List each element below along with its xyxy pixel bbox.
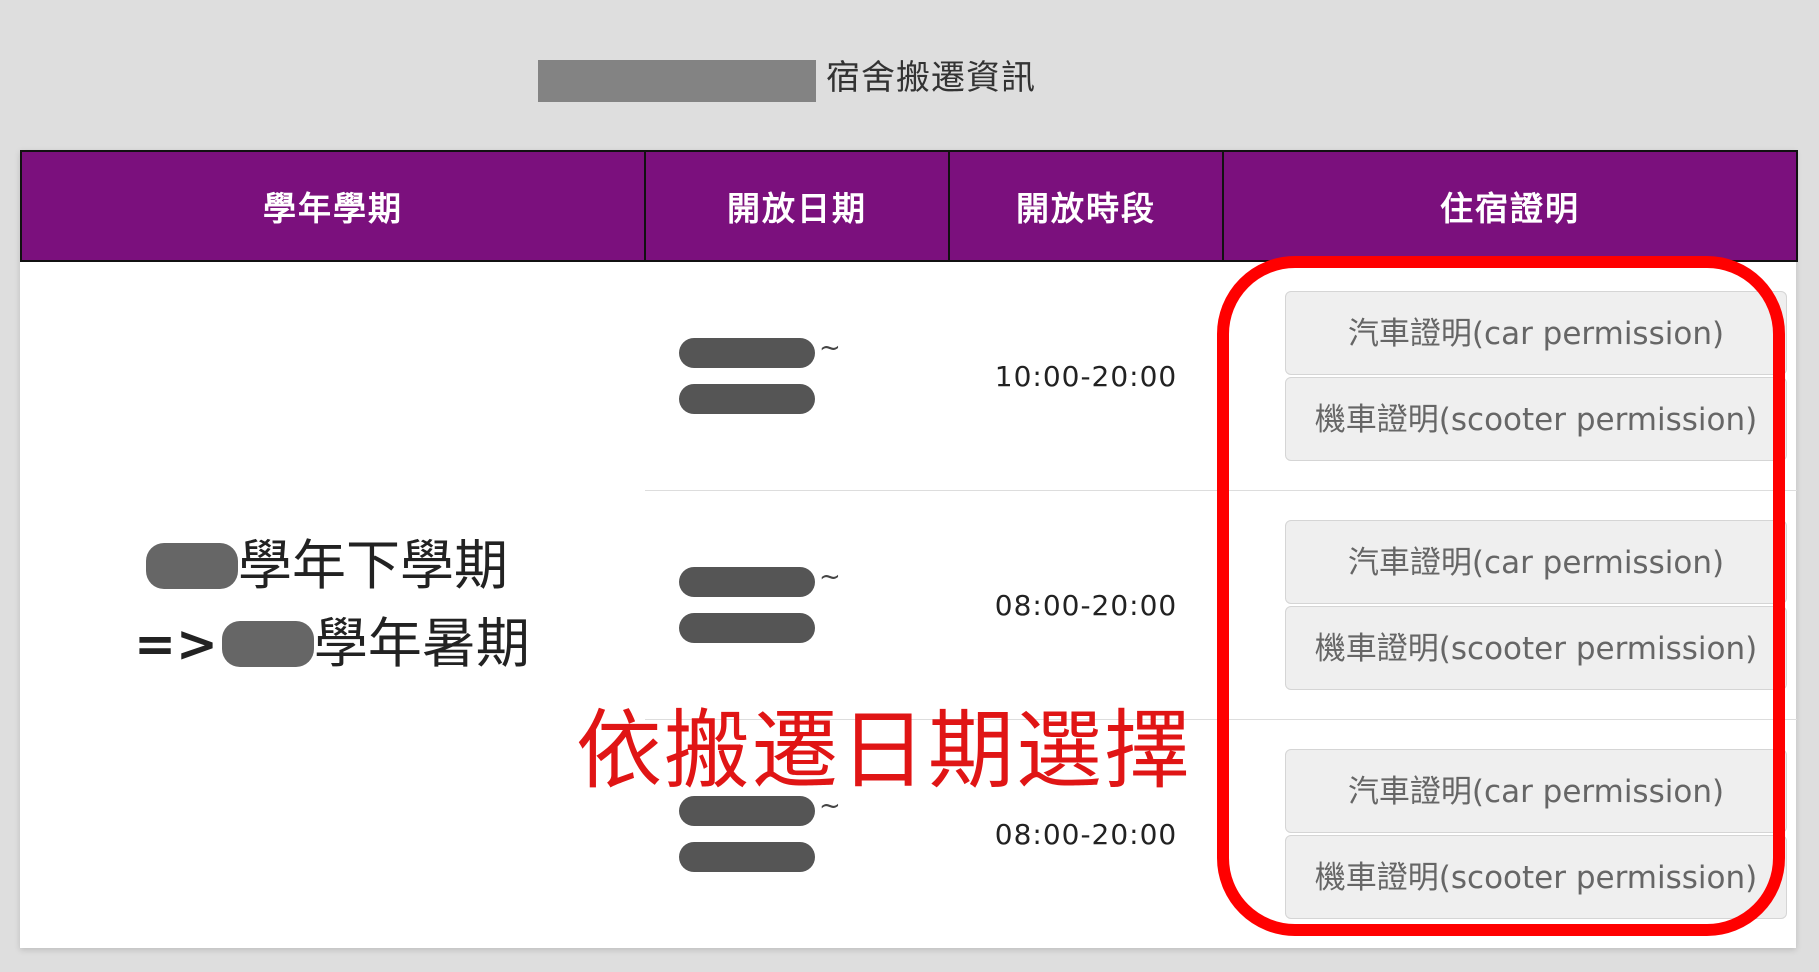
- table-header-row: 學年學期 開放日期 開放時段 住宿證明: [20, 150, 1798, 262]
- scooter-permission-button[interactable]: 機車證明(scooter permission): [1285, 606, 1787, 690]
- arrow-text: =>: [134, 615, 218, 673]
- permission-cell: 汽車證明(car permission) 機車證明(scooter permis…: [1223, 261, 1797, 491]
- redacted-end-date: [679, 842, 815, 872]
- redacted-year: [221, 621, 314, 667]
- scooter-permission-button[interactable]: 機車證明(scooter permission): [1285, 835, 1787, 919]
- page-title: 宿舍搬遷資訊: [826, 57, 1036, 98]
- scooter-permission-button[interactable]: 機車證明(scooter permission): [1285, 377, 1787, 461]
- header-open-date: 開放日期: [644, 150, 950, 262]
- redacted-year: [146, 543, 238, 589]
- permission-cell: 汽車證明(car permission) 機車證明(scooter permis…: [1223, 490, 1797, 720]
- header-open-time: 開放時段: [948, 150, 1224, 262]
- title-bar: 宿舍搬遷資訊: [538, 44, 1036, 104]
- redacted-title-block: [538, 60, 816, 102]
- permission-cell: 汽車證明(car permission) 機車證明(scooter permis…: [1223, 720, 1797, 949]
- car-permission-button[interactable]: 汽車證明(car permission): [1285, 749, 1787, 833]
- annotation-text: 依搬遷日期選擇: [576, 701, 1192, 801]
- redacted-start-date: [679, 338, 815, 368]
- car-permission-button[interactable]: 汽車證明(car permission): [1285, 291, 1787, 375]
- term-line-2: => 學年暑期: [19, 605, 645, 683]
- redacted-start-date: [679, 567, 815, 597]
- redacted-end-date: [679, 613, 815, 643]
- info-panel: 學年學期 開放日期 開放時段 住宿證明 學年下學期 => 學年暑期 ~ 10:0…: [20, 150, 1798, 948]
- time-cell: 10:00-20:00: [949, 261, 1223, 491]
- car-permission-button[interactable]: 汽車證明(car permission): [1285, 520, 1787, 604]
- header-residence-proof: 住宿證明: [1222, 150, 1798, 262]
- relocation-table: 學年學期 開放日期 開放時段 住宿證明 學年下學期 => 學年暑期 ~ 10:0…: [20, 150, 1798, 948]
- term-line1-text: 學年下學期: [238, 534, 508, 597]
- date-tilde: ~: [819, 333, 841, 363]
- date-cell: ~: [645, 261, 949, 491]
- term-line-1: 學年下學期: [9, 527, 645, 605]
- page: 宿舍搬遷資訊 學年學期 開放日期 開放時段 住宿證明 學年下學期 => 學年暑期…: [0, 0, 1819, 972]
- term-cell: 學年下學期 => 學年暑期: [21, 261, 645, 948]
- term-line2-text: 學年暑期: [313, 612, 530, 675]
- date-tilde: ~: [819, 562, 841, 592]
- header-term: 學年學期: [20, 150, 646, 262]
- redacted-end-date: [679, 384, 815, 414]
- table-row: 學年下學期 => 學年暑期 ~ 10:00-20:00 汽車證明(car per…: [21, 261, 1797, 675]
